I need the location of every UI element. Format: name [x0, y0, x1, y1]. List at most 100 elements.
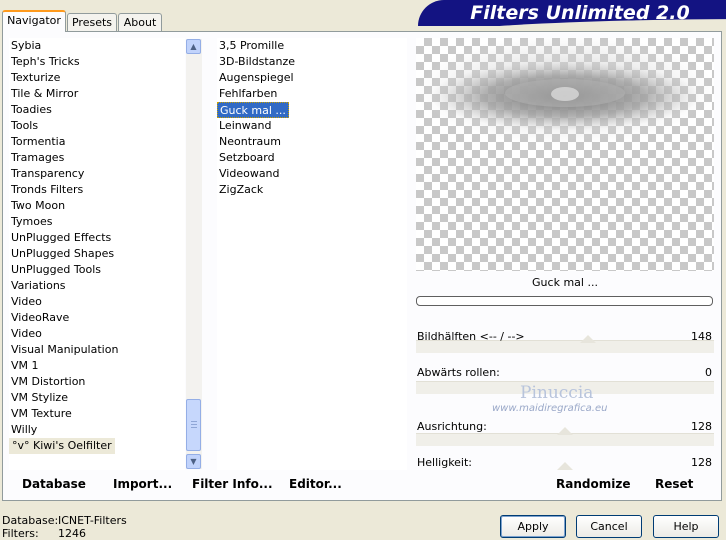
control-value: 128 — [691, 420, 712, 433]
filter-item[interactable]: 3D-Bildstanze — [217, 54, 407, 70]
filter-item-label: 3,5 Promille — [219, 39, 285, 52]
control-value: 148 — [691, 330, 712, 343]
category-item[interactable]: VM 1 — [9, 358, 185, 374]
category-list[interactable]: Sybia Teph's Tricks Texturize Tile & Mirror… — [9, 38, 185, 470]
category-item-label: Video — [11, 327, 42, 340]
category-item-label: Tools — [11, 119, 39, 132]
apply-button[interactable]: Apply — [500, 515, 566, 538]
category-item[interactable]: Variations — [9, 278, 185, 294]
filter-item-label: Leinwand — [219, 119, 272, 132]
category-item[interactable]: VM Distortion — [9, 374, 185, 390]
control-label: Ausrichtung: — [417, 420, 487, 433]
filter-item-label: Augenspiegel — [219, 71, 294, 84]
cancel-button[interactable]: Cancel — [576, 515, 642, 538]
category-item[interactable]: VM Texture — [9, 406, 185, 422]
preview-image — [416, 38, 714, 145]
category-item[interactable]: °v° Kiwi's Oelfilter — [9, 438, 185, 454]
filter-item[interactable]: Neontraum — [217, 134, 407, 150]
category-scrollbar[interactable]: ▲ ▼ — [186, 39, 202, 469]
scroll-thumb[interactable] — [186, 399, 201, 451]
category-item-label: VM Distortion — [11, 375, 86, 388]
category-item-label: Video — [11, 295, 42, 308]
category-item-label: °v° Kiwi's Oelfilter — [9, 438, 115, 454]
category-item-label: Tile & Mirror — [11, 87, 79, 100]
database-button[interactable]: Database — [22, 477, 86, 491]
filter-item-label: Guck mal ... — [217, 102, 289, 118]
control-label: Bildhälften <-- / --> — [417, 330, 525, 343]
category-item-label: Teph's Tricks — [11, 55, 80, 68]
category-item[interactable]: UnPlugged Shapes — [9, 246, 185, 262]
control-label: Helligkeit: — [417, 456, 473, 469]
filter-item[interactable]: 3,5 Promille — [217, 38, 407, 54]
filter-item-label: Neontraum — [219, 135, 281, 148]
category-item-label: Tronds Filters — [11, 183, 84, 196]
filters-count: 1246 — [58, 527, 86, 540]
filter-item[interactable]: Leinwand — [217, 118, 407, 134]
category-item-label: Two Moon — [11, 199, 66, 212]
filter-item-label: Fehlfarben — [219, 87, 278, 100]
filter-item-label: Videowand — [219, 167, 280, 180]
category-item[interactable]: Two Moon — [9, 198, 185, 214]
category-item[interactable]: Toadies — [9, 102, 185, 118]
category-item-label: VM Texture — [11, 407, 72, 420]
category-item[interactable]: Tronds Filters — [9, 182, 185, 198]
category-item-label: Texturize — [11, 71, 61, 84]
slider-thumb[interactable] — [557, 427, 573, 435]
tab-presets[interactable]: Presets — [67, 13, 117, 31]
category-item[interactable]: VM Stylize — [9, 390, 185, 406]
category-item-label: Visual Manipulation — [11, 343, 119, 356]
app-title: Filters Unlimited 2.0 — [470, 2, 690, 24]
category-item[interactable]: Teph's Tricks — [9, 54, 185, 70]
filter-item[interactable]: Augenspiegel — [217, 70, 407, 86]
slider-thumb[interactable] — [557, 462, 573, 470]
editor-button[interactable]: Editor... — [289, 477, 342, 491]
filter-list[interactable]: 3,5 Promille 3D-Bildstanze Augenspiegel Feh… — [217, 38, 407, 470]
import-button[interactable]: Import... — [113, 477, 172, 491]
category-item-label: Variations — [11, 279, 66, 292]
category-item-label: VM Stylize — [11, 391, 68, 404]
randomize-button[interactable]: Randomize — [556, 477, 630, 491]
filter-item[interactable]: ZigZack — [217, 182, 407, 198]
category-item-label: VideoRave — [11, 311, 70, 324]
tab-navigator[interactable]: Navigator — [2, 10, 66, 32]
category-item[interactable]: Video — [9, 326, 185, 342]
category-item[interactable]: UnPlugged Tools — [9, 262, 185, 278]
filter-item[interactable]: Guck mal ... — [217, 102, 407, 118]
watermark-url: www.maidiregrafica.eu — [492, 403, 608, 414]
category-item-label: UnPlugged Tools — [11, 263, 101, 276]
category-item[interactable]: Texturize — [9, 70, 185, 86]
help-button[interactable]: Help — [653, 515, 719, 538]
category-item[interactable]: Tormentia — [9, 134, 185, 150]
filter-item[interactable]: Fehlfarben — [217, 86, 407, 102]
filter-info-button[interactable]: Filter Info... — [192, 477, 273, 491]
tab-about[interactable]: About — [118, 13, 162, 31]
category-item[interactable]: VideoRave — [9, 310, 185, 326]
category-item-label: Tormentia — [11, 135, 66, 148]
filter-item[interactable]: Setzboard — [217, 150, 407, 166]
scroll-up-button[interactable]: ▲ — [186, 39, 201, 54]
filter-item[interactable]: Videowand — [217, 166, 407, 182]
progress-bar — [416, 296, 713, 306]
category-item[interactable]: Willy — [9, 422, 185, 438]
watermark-name: Pinuccia — [520, 383, 594, 403]
category-item[interactable]: Tile & Mirror — [9, 86, 185, 102]
category-item-label: Willy — [11, 423, 38, 436]
category-item[interactable]: Transparency — [9, 166, 185, 182]
category-item[interactable]: Sybia — [9, 38, 185, 54]
category-item-label: VM 1 — [11, 359, 39, 372]
category-item-label: Transparency — [11, 167, 85, 180]
category-item[interactable]: Visual Manipulation — [9, 342, 185, 358]
control-value: 128 — [691, 456, 712, 469]
scroll-down-button[interactable]: ▼ — [186, 454, 201, 469]
reset-button[interactable]: Reset — [655, 477, 693, 491]
preview-canvas — [416, 38, 714, 271]
category-item-label: Tymoes — [11, 215, 53, 228]
category-item[interactable]: Tools — [9, 118, 185, 134]
category-item[interactable]: Tramages — [9, 150, 185, 166]
slider-thumb[interactable] — [580, 335, 596, 343]
category-item[interactable]: Video — [9, 294, 185, 310]
category-item[interactable]: Tymoes — [9, 214, 185, 230]
category-item[interactable]: UnPlugged Effects — [9, 230, 185, 246]
category-item-label: UnPlugged Effects — [11, 231, 112, 244]
selected-filter-name: Guck mal ... — [532, 276, 598, 289]
